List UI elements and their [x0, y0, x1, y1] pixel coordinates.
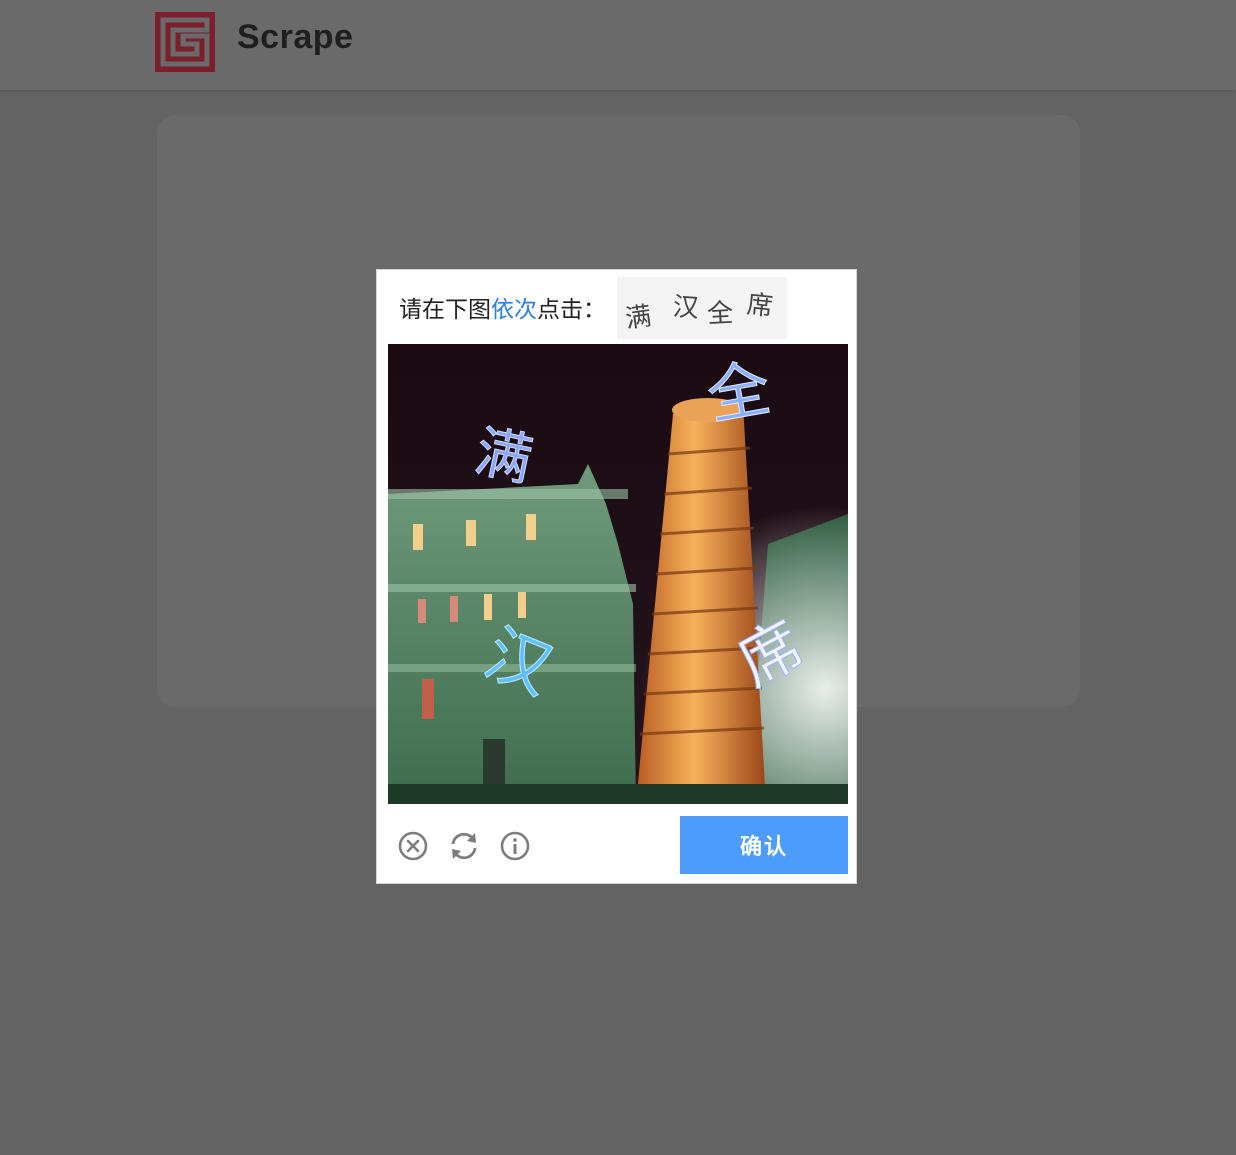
target-char-2: 汉: [671, 292, 700, 324]
scene-char-quan[interactable]: 全: [701, 351, 776, 435]
target-char-3: 全: [706, 298, 734, 330]
target-char-4: 席: [745, 289, 775, 323]
close-circle-icon[interactable]: [397, 830, 429, 862]
captcha-image[interactable]: 满 全 汉 席: [388, 344, 848, 804]
refresh-icon[interactable]: [448, 830, 480, 862]
brand-title[interactable]: Scrape: [237, 18, 353, 57]
captcha-prompt: 请在下图依次点击：: [399, 290, 606, 324]
top-navbar: Scrape: [0, 0, 1236, 90]
scrape-logo-icon[interactable]: [155, 12, 215, 72]
target-characters: 满 汉 全 席: [617, 277, 787, 339]
prompt-highlight: 依次: [491, 297, 537, 323]
prompt-suffix: 点击：: [537, 297, 606, 323]
captcha-dialog: 请在下图依次点击： 满 汉 全 席 满 全 汉 席 确认: [376, 269, 857, 884]
confirm-button[interactable]: 确认: [680, 816, 848, 874]
prompt-prefix: 请在下图: [399, 297, 491, 323]
info-icon[interactable]: [499, 830, 531, 862]
target-char-1: 满: [623, 301, 654, 335]
